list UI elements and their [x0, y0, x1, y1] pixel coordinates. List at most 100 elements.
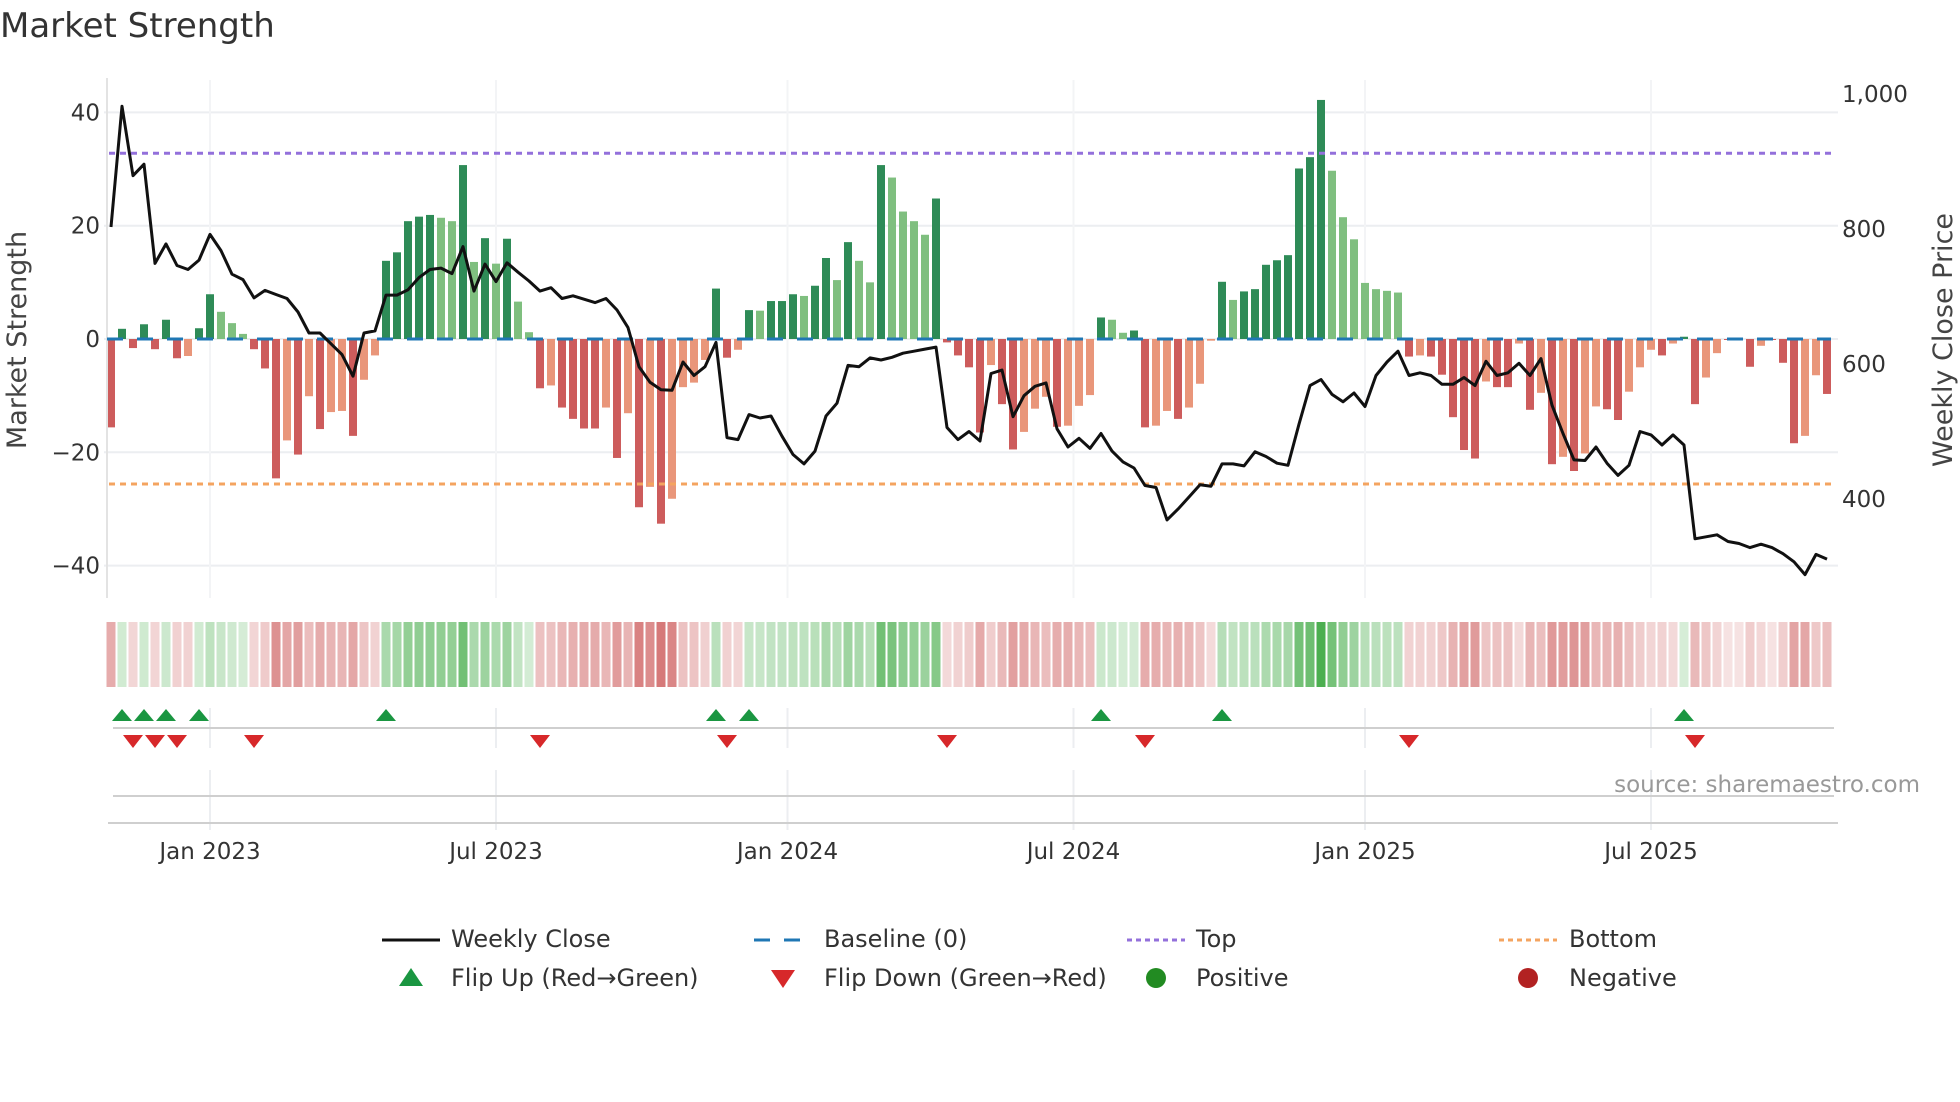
bar-negative — [701, 339, 709, 360]
strip-cell — [1558, 622, 1568, 687]
strip-cell — [997, 622, 1007, 687]
strip-cell — [1459, 622, 1469, 687]
bar-negative — [1581, 339, 1589, 454]
strip-cell — [623, 622, 633, 687]
bar-negative — [547, 339, 555, 386]
strip-cell — [931, 622, 941, 687]
bar-negative — [1614, 339, 1622, 421]
strip-cell — [1811, 622, 1821, 687]
bar-positive — [855, 260, 863, 339]
strip-cell — [942, 622, 952, 687]
bar-positive — [1361, 282, 1369, 339]
strip-cell — [898, 622, 908, 687]
legend-top-swatch — [1127, 938, 1185, 942]
strip-cell — [271, 622, 281, 687]
strip-cell — [1030, 622, 1040, 687]
strip-cell — [1250, 622, 1260, 687]
strip-cell — [1657, 622, 1667, 687]
flip-down-marker — [530, 735, 550, 748]
bar-negative — [558, 339, 566, 408]
strip-cell — [359, 622, 369, 687]
legend-positive: Positive — [1196, 964, 1289, 992]
bar-negative — [734, 339, 742, 350]
bar-positive — [1108, 319, 1116, 339]
bar-negative — [305, 339, 313, 397]
strip-cell — [480, 622, 490, 687]
y2-tick-label: 600 — [1842, 352, 1886, 378]
y-axis-title-right: Weekly Close Price — [1928, 213, 1959, 467]
bar-positive — [833, 280, 841, 339]
bar-positive — [426, 214, 434, 339]
legend-baseline-swatch — [754, 938, 812, 942]
strip-cell — [953, 622, 963, 687]
bar-negative — [283, 339, 291, 441]
strip-cell — [161, 622, 171, 687]
strip-cell — [788, 622, 798, 687]
strip-cell — [612, 622, 622, 687]
strip-cell — [1701, 622, 1711, 687]
strip-cell — [986, 622, 996, 687]
bar-negative — [1603, 339, 1611, 410]
strip-cell — [458, 622, 468, 687]
bar-positive — [921, 234, 929, 339]
strip-cell — [1184, 622, 1194, 687]
strip-cell — [436, 622, 446, 687]
x-tick-label: Jan 2024 — [735, 839, 838, 865]
strip-cell — [645, 622, 655, 687]
bar-positive — [437, 217, 445, 339]
strip-cell — [689, 622, 699, 687]
strip-cell — [348, 622, 358, 687]
strip-cell — [1745, 622, 1755, 687]
bar-positive — [1350, 239, 1358, 339]
bar-negative — [327, 339, 335, 413]
strip-cell — [1525, 622, 1535, 687]
bar-negative — [1702, 339, 1710, 378]
bar-positive — [1273, 260, 1281, 339]
strip-cell — [1129, 622, 1139, 687]
bar-positive — [1394, 292, 1402, 339]
strip-cell — [227, 622, 237, 687]
bar-negative — [1691, 339, 1699, 405]
bar-negative — [613, 339, 621, 458]
bar-negative — [1064, 339, 1072, 426]
bar-negative — [151, 339, 159, 350]
bar-positive — [448, 221, 456, 339]
bar-positive — [140, 324, 148, 339]
bar-negative — [1427, 339, 1435, 357]
bar-positive — [481, 238, 489, 339]
strip-cell — [854, 622, 864, 687]
bar-positive — [1306, 157, 1314, 339]
flip-up-marker — [189, 709, 209, 721]
bar-negative — [1460, 339, 1468, 451]
bar-positive — [514, 301, 522, 339]
bar-negative — [536, 339, 544, 389]
bar-positive — [1328, 170, 1336, 339]
strip-cell — [1305, 622, 1315, 687]
bar-negative — [965, 339, 973, 368]
bar-negative — [1438, 339, 1446, 375]
bar-negative — [1658, 339, 1666, 356]
bar-positive — [712, 288, 720, 339]
strip-cell — [1481, 622, 1491, 687]
strip-cell — [1712, 622, 1722, 687]
strip-cell — [172, 622, 182, 687]
y-tick-label: 20 — [71, 214, 100, 240]
bar-positive — [844, 242, 852, 339]
bar-positive — [503, 238, 511, 339]
bar-negative — [569, 339, 577, 419]
strip-cell — [1228, 622, 1238, 687]
strip-cell — [403, 622, 413, 687]
flip-up-marker — [134, 709, 154, 721]
bar-negative — [1471, 339, 1479, 459]
bar-negative — [668, 339, 676, 499]
strip-cell — [1140, 622, 1150, 687]
strip-cell — [1415, 622, 1425, 687]
strip-cell — [1041, 622, 1051, 687]
y-tick-label: 40 — [71, 100, 100, 126]
bar-positive — [877, 165, 885, 339]
strip-cell — [722, 622, 732, 687]
strip-cell — [491, 622, 501, 687]
bar-positive — [789, 294, 797, 339]
bar-negative — [602, 339, 610, 408]
strip-cell — [1723, 622, 1733, 687]
